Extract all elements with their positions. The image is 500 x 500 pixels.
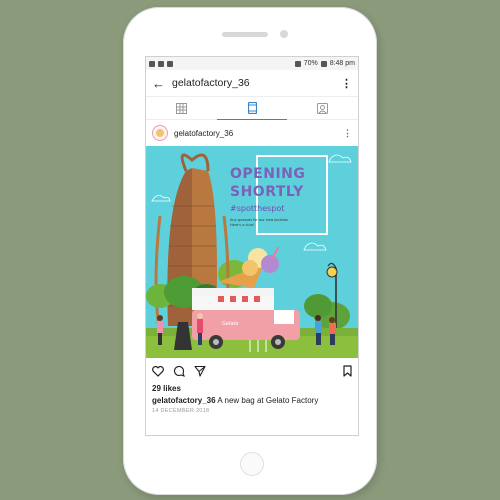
image-icon — [167, 60, 173, 67]
hashtag: #spotthespot — [230, 204, 285, 213]
post-username[interactable]: gelatofactory_36 — [174, 129, 343, 138]
feed-icon — [247, 101, 257, 114]
post-header: gelatofactory_36 ⋮ — [146, 120, 358, 146]
notification-icon — [158, 60, 164, 67]
heart-icon[interactable] — [152, 365, 164, 377]
home-button[interactable] — [240, 452, 264, 476]
grid-icon — [175, 102, 187, 114]
app-bar: ← gelatofactory_36 ⋮ — [146, 70, 358, 97]
phone-screen: 70% 8:48 pm ← gelatofactory_36 ⋮ gelatof… — [145, 56, 359, 436]
arrow-left-icon[interactable]: ← — [152, 77, 168, 90]
tab-feed[interactable] — [216, 97, 288, 120]
phone-camera — [280, 30, 288, 38]
post-actions — [146, 358, 358, 384]
status-time: 8:48 pm — [329, 60, 355, 67]
truck-sign: Gelato — [222, 321, 239, 327]
tab-tagged[interactable] — [287, 97, 358, 119]
share-icon[interactable] — [194, 365, 206, 377]
avatar[interactable] — [152, 125, 168, 141]
status-bar: 70% 8:48 pm — [146, 57, 358, 70]
tab-grid[interactable] — [146, 97, 217, 119]
image-subtext-1: Any guesses for our new location — [230, 218, 289, 222]
notification-icon — [149, 60, 155, 67]
phone-speaker — [222, 32, 268, 37]
likes-count[interactable]: 29 likes — [146, 384, 358, 393]
signal-icon — [294, 60, 301, 67]
battery-level: 70% — [303, 60, 318, 67]
image-subtext-2: Here's a clue! — [230, 223, 255, 227]
headline-line-1: OPENING — [230, 166, 306, 182]
caption-text: A new bag at Gelato Factory — [215, 396, 319, 405]
tagged-icon — [317, 102, 329, 114]
bookmark-icon[interactable] — [343, 365, 352, 377]
profile-title: gelatofactory_36 — [172, 77, 250, 89]
post-caption: gelatofactory_36 A new bag at Gelato Fac… — [146, 393, 358, 405]
more-vertical-icon[interactable]: ⋮ — [343, 128, 352, 139]
battery-icon — [320, 60, 327, 67]
post-date: 14 DECEMBER 2018 — [152, 408, 210, 414]
more-vertical-icon[interactable]: ⋮ — [341, 77, 352, 90]
comment-icon[interactable] — [173, 365, 185, 377]
headline-line-2: SHORTLY — [230, 184, 304, 200]
post-image[interactable]: OPENING SHORTLY #spotthespot Any guesses… — [146, 146, 358, 358]
caption-username[interactable]: gelatofactory_36 — [152, 396, 216, 405]
profile-tabs — [146, 97, 358, 120]
